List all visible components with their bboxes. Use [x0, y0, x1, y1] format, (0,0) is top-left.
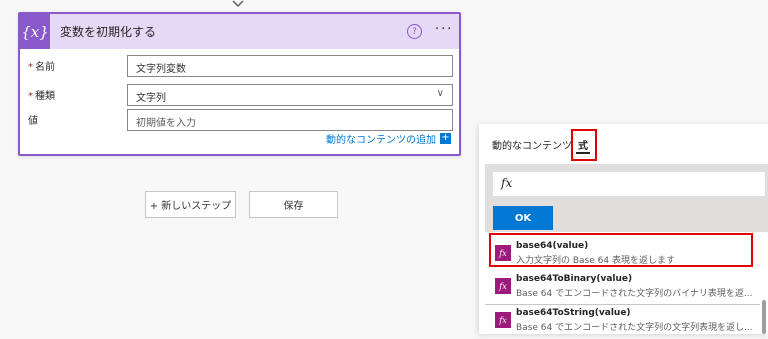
type-select[interactable]: 文字列 ∨ — [127, 84, 453, 106]
expression-input[interactable]: fx — [493, 172, 765, 196]
type-label: * 種類 — [28, 91, 55, 102]
more-options-icon[interactable]: ··· — [435, 22, 453, 37]
value-label: 値 — [28, 116, 38, 127]
value-input[interactable]: 初期値を入力 — [127, 109, 453, 131]
name-input[interactable]: 文字列変数 — [127, 55, 453, 77]
connector-arrow-icon — [232, 0, 244, 8]
save-button[interactable]: 保存 — [249, 191, 338, 218]
function-name: base64ToString(value) — [516, 308, 631, 318]
card-header[interactable]: {x} 変数を初期化する ? ··· — [20, 14, 459, 49]
function-item[interactable]: fx base64ToString(value) Base 64 でエンコードさ… — [485, 301, 760, 339]
add-dynamic-content-label: 動的なコンテンツの追加 — [326, 135, 436, 146]
name-label: * 名前 — [28, 62, 55, 73]
tab-dynamic-content[interactable]: 動的なコンテンツ — [492, 137, 572, 152]
tab-expression-highlight — [571, 129, 597, 161]
function-icon: fx — [495, 278, 511, 294]
dynamic-content-panel: 動的なコンテンツ 式 fx OK fx base64(value) 入力文字列の… — [479, 124, 768, 334]
card-title: 変数を初期化する — [60, 25, 157, 39]
name-field-row: * 名前 文字列変数 — [20, 55, 459, 77]
new-step-button[interactable]: + 新しいステップ — [145, 191, 236, 218]
panel-scrollbar[interactable] — [762, 300, 766, 334]
type-field-row: * 種類 文字列 ∨ — [20, 84, 459, 106]
function-description: Base 64 でエンコードされた文字列の文字列表現を返し... — [516, 323, 753, 333]
function-icon: fx — [495, 312, 511, 328]
ok-button[interactable]: OK — [493, 206, 553, 230]
add-dynamic-content-link[interactable]: 動的なコンテンツの追加 + — [326, 131, 451, 146]
initialize-variable-card: {x} 変数を初期化する ? ··· * 名前 文字列変数 * 種類 文字列 ∨ 値… — [18, 12, 461, 156]
function-description: Base 64 でエンコードされた文字列のバイナリ表現を返... — [516, 289, 753, 299]
function-highlight-box — [489, 233, 753, 267]
expression-editor-area: fx OK — [485, 164, 768, 232]
value-field-row: 値 初期値を入力 — [20, 109, 459, 131]
plus-icon: + — [440, 132, 451, 144]
function-item[interactable]: fx base64ToBinary(value) Base 64 でエンコードさ… — [485, 267, 760, 305]
chevron-down-icon: ∨ — [436, 88, 444, 99]
type-select-value: 文字列 — [136, 93, 166, 104]
help-icon[interactable]: ? — [407, 24, 422, 39]
variable-icon: {x} — [20, 14, 50, 49]
function-name: base64ToBinary(value) — [516, 274, 633, 284]
